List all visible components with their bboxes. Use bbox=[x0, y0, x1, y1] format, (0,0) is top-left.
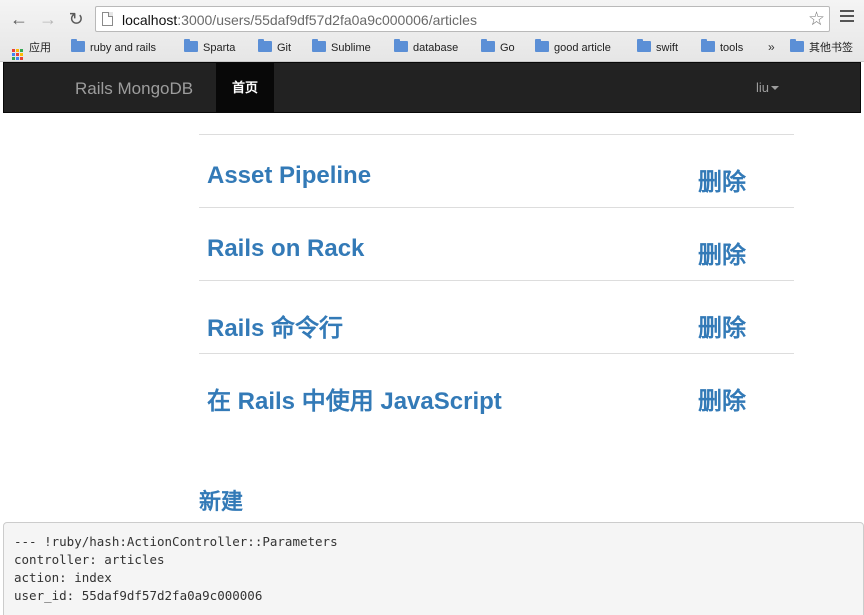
navbar-brand[interactable]: Rails MongoDB bbox=[75, 79, 193, 99]
address-bar[interactable]: localhost:3000/users/55daf9df57d2fa0a9c0… bbox=[95, 6, 830, 32]
user-name: liu bbox=[756, 80, 770, 95]
bookmark-sublime[interactable]: Sublime bbox=[312, 39, 371, 56]
browser-toolbar: ← → ↻ localhost:3000/users/55daf9df57d2f… bbox=[0, 0, 864, 36]
debug-line: --- !ruby/hash:ActionController::Paramet… bbox=[14, 534, 338, 549]
delete-link[interactable]: 删除 bbox=[698, 162, 746, 197]
bookmark-ruby-and-rails[interactable]: ruby and rails bbox=[71, 39, 156, 56]
folder-icon bbox=[790, 39, 804, 52]
article-row: Rails on Rack 删除 bbox=[199, 207, 794, 280]
folder-icon bbox=[312, 39, 326, 52]
delete-link[interactable]: 删除 bbox=[698, 308, 746, 343]
folder-icon bbox=[184, 39, 198, 52]
folder-icon bbox=[701, 39, 715, 52]
folder-icon bbox=[258, 39, 272, 52]
url-text[interactable]: localhost:3000/users/55daf9df57d2fa0a9c0… bbox=[122, 12, 477, 28]
folder-icon bbox=[637, 39, 651, 52]
debug-line: action: index bbox=[14, 570, 112, 585]
article-title-link[interactable]: Rails 命令行 bbox=[207, 308, 343, 343]
bookmarks-overflow-button[interactable]: » bbox=[768, 40, 775, 54]
debug-line: user_id: 55daf9df57d2fa0a9c000006 bbox=[14, 588, 263, 603]
caret-down-icon bbox=[771, 86, 780, 90]
folder-icon bbox=[535, 39, 549, 52]
bookmark-go[interactable]: Go bbox=[481, 39, 515, 56]
debug-params: --- !ruby/hash:ActionController::Paramet… bbox=[3, 522, 864, 615]
bookmark-tools[interactable]: tools bbox=[701, 39, 743, 56]
apps-icon bbox=[12, 49, 23, 60]
forward-arrow-icon[interactable]: → bbox=[37, 8, 59, 30]
page-icon bbox=[102, 12, 113, 26]
folder-icon bbox=[394, 39, 408, 52]
folder-icon bbox=[71, 39, 85, 52]
article-row: 在 Rails 中使用 JavaScript 删除 bbox=[199, 353, 794, 426]
bookmark-apps[interactable]: 应用 bbox=[12, 40, 51, 60]
bookmark-database[interactable]: database bbox=[394, 39, 458, 56]
delete-link[interactable]: 删除 bbox=[698, 235, 746, 270]
bookmark-swift[interactable]: swift bbox=[637, 39, 678, 56]
article-title-link[interactable]: Asset Pipeline bbox=[207, 162, 371, 190]
bookmark-other[interactable]: 其他书签 bbox=[790, 39, 853, 56]
nav-home[interactable]: 首页 bbox=[216, 63, 274, 113]
article-list: Asset Pipeline 删除 Rails on Rack 删除 Rails… bbox=[199, 134, 794, 426]
delete-link[interactable]: 删除 bbox=[698, 381, 746, 416]
bookmark-git[interactable]: Git bbox=[258, 39, 291, 56]
browser-chrome: ← → ↻ localhost:3000/users/55daf9df57d2f… bbox=[0, 0, 864, 62]
back-arrow-icon[interactable]: ← bbox=[8, 8, 30, 30]
debug-line: controller: articles bbox=[14, 552, 165, 567]
user-dropdown[interactable]: liu bbox=[756, 80, 780, 95]
web-page: Rails MongoDB 首页 liu Asset Pipeline 删除 R… bbox=[3, 62, 864, 615]
star-icon[interactable]: ☆ bbox=[808, 8, 825, 31]
article-title-link[interactable]: 在 Rails 中使用 JavaScript bbox=[207, 381, 502, 416]
bookmarks-bar: 应用 ruby and rails Sparta Git Sublime dat… bbox=[0, 37, 864, 60]
navbar: Rails MongoDB 首页 liu bbox=[3, 62, 861, 113]
new-article-link[interactable]: 新建 bbox=[199, 484, 243, 516]
reload-icon[interactable]: ↻ bbox=[65, 8, 87, 30]
bookmark-good-article[interactable]: good article bbox=[535, 39, 611, 56]
article-row: Asset Pipeline 删除 bbox=[199, 134, 794, 207]
menu-icon[interactable] bbox=[840, 10, 854, 24]
bookmark-sparta[interactable]: Sparta bbox=[184, 39, 235, 56]
article-row: Rails 命令行 删除 bbox=[199, 280, 794, 353]
article-title-link[interactable]: Rails on Rack bbox=[207, 235, 364, 263]
folder-icon bbox=[481, 39, 495, 52]
